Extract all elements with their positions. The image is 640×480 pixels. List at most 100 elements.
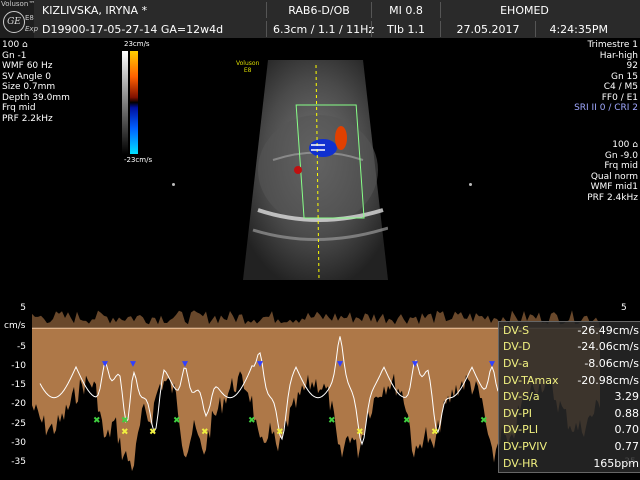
study-id: D19900-17-05-27-14 GA=12w4d (42, 22, 224, 36)
ge-voluson-logo: Voluson™ GE E8 Exp (0, 0, 38, 38)
left-parameter-list: 100 ⌂ Gn -1 WMF 60 Hz SV Angle 0 Size 0.… (2, 40, 70, 124)
param-line: Gn 15 (611, 71, 638, 82)
diastole-marker: ✖ (121, 416, 129, 426)
measurement-name: DV-a (503, 356, 529, 370)
measurement-results-panel: DV-S -26.49cm/s DV-D -24.06cm/s DV-a -8.06c… (498, 321, 640, 473)
velocity-tick-label: -15 (11, 380, 26, 391)
measurement-row: DV-PLI 0.70 (499, 422, 640, 439)
velocity-tick-label: -20 (11, 399, 26, 410)
measurement-value: -24.06cm/s (577, 340, 639, 354)
param-line: 100 ⌂ (2, 40, 28, 50)
logo-brand: Voluson™ (1, 0, 36, 8)
diastole-marker: ✖ (480, 416, 488, 426)
fetal-body (258, 115, 378, 225)
param-line: Frq mid (2, 103, 36, 113)
param-line: Depth 39.0mm (2, 92, 70, 103)
param-line: 100 ⌂ (612, 140, 638, 150)
diastole-marker: ✖ (173, 416, 181, 426)
measurement-name: DV-D (503, 340, 531, 354)
sri-cri-setting: SRI II 0 / CRI 2 (574, 103, 638, 113)
logo-mark: GE (7, 17, 21, 27)
color-scale-top: 23cm/s (124, 40, 150, 48)
a-wave-marker: ✖ (276, 427, 284, 437)
measurement-value: -20.98cm/s (577, 373, 639, 387)
param-line: Frq mid (604, 161, 638, 171)
right-parameter-list: Trimestre 1 Har-high 92 Gn 15 C4 / M5 FF… (574, 40, 638, 114)
tib-value: TIb 1.1 (387, 22, 425, 36)
doppler-parameter-list: 100 ⌂ Gn -9.0 Frq mid Qual norm WMF mid1… (587, 140, 638, 203)
param-line: PRF 2.2kHz (2, 113, 53, 124)
grayscale-bar (122, 51, 128, 154)
patient-name: KIZLIVSKA, IRYNA * (42, 3, 148, 17)
header-bar: Voluson™ GE E8 Exp KIZLIVSKA, IRYNA * RA… (0, 0, 640, 38)
blue-flow-region (309, 139, 337, 157)
velocity-tick-label: -25 (11, 418, 26, 429)
param-line: Qual norm (590, 171, 638, 182)
measurement-value: 0.70 (614, 423, 640, 437)
measurement-value: 165bpm (593, 456, 639, 470)
measurement-row: DV-PVIV 0.77 (499, 438, 640, 455)
param-line: Har-high (599, 50, 638, 61)
param-line: 92 (626, 61, 638, 71)
measurement-row: DV-a -8.06cm/s (499, 355, 640, 372)
measurement-name: DV-HR (503, 456, 539, 470)
param-line: WMF 60 Hz (2, 61, 53, 71)
velocity-tick-label: 5 (621, 303, 627, 313)
velocity-tick-label: -5 (17, 341, 26, 352)
velocity-tick-label: 5 (20, 303, 26, 313)
measurement-row: DV-PI 0.88 (499, 405, 640, 422)
measurement-value: 0.77 (614, 439, 640, 453)
mi-value: MI 0.8 (389, 3, 423, 17)
a-wave-marker: ✖ (356, 427, 364, 437)
param-line: C4 / M5 (603, 82, 638, 92)
doppler-velocity-axis: cm/s 5 -5 -10 -15 -20 -25 -30 -35 (0, 303, 30, 480)
velocity-tick-label: -10 (11, 360, 26, 371)
param-line: Gn -9.0 (604, 150, 638, 161)
marker-dot (172, 183, 175, 186)
red-flow-region (335, 126, 347, 150)
diastole-marker: ✖ (328, 416, 336, 426)
velocity-unit: cm/s (4, 321, 26, 331)
measurement-name: DV-PLI (503, 423, 539, 437)
ultrasound-image (243, 60, 388, 280)
study-date: 27.05.2017 (456, 22, 520, 36)
param-line: FF0 / E1 (601, 92, 638, 103)
velocity-tick-label: -30 (11, 438, 26, 448)
param-line: Trimestre 1 (587, 40, 638, 50)
velocity-tick-label: -35 (11, 457, 26, 468)
measurement-row: DV-S -26.49cm/s (499, 322, 640, 339)
measurement-row: DV-TAmax -20.98cm/s (499, 372, 640, 389)
a-wave-marker: ✖ (149, 427, 157, 437)
study-time: 4:24:35PM (549, 22, 608, 36)
ge-logo-icon: GE (3, 11, 25, 33)
param-line: SV Angle 0 (2, 71, 51, 82)
measurement-name: DV-S/a (503, 390, 540, 404)
a-wave-marker: ✖ (121, 427, 129, 437)
measurement-row: DV-HR 165bpm (499, 455, 640, 472)
measurement-name: DV-PI (503, 406, 533, 420)
measurement-value: 0.88 (614, 406, 640, 420)
logo-model: E8 (25, 14, 34, 22)
institution-name: EHOMED (500, 3, 549, 17)
param-line: WMF mid1 (590, 182, 638, 192)
marker-dot (469, 183, 472, 186)
measurement-value: -8.06cm/s (584, 356, 639, 370)
measurement-row: DV-S/a 3.29 (499, 388, 640, 405)
probe-label: RAB6-D/OB (288, 3, 350, 17)
red-flow-spot (294, 166, 302, 174)
param-line: Gn -1 (2, 50, 27, 61)
color-scale-bar (122, 51, 140, 154)
a-wave-marker: ✖ (431, 427, 439, 437)
diastole-marker: ✖ (93, 416, 101, 426)
measurement-value: 3.29 (614, 390, 640, 404)
measurement-name: DV-PVIV (503, 439, 548, 453)
color-scale-bottom: -23cm/s (124, 156, 153, 164)
measurement-value: -26.49cm/s (577, 323, 639, 337)
measurement-name: DV-TAmax (503, 373, 559, 387)
param-line: PRF 2.4kHz (587, 192, 638, 203)
depth-info: 6.3cm / 1.1 / 11Hz (273, 22, 375, 36)
diastole-marker: ✖ (248, 416, 256, 426)
measurement-row: DV-D -24.06cm/s (499, 339, 640, 356)
velocity-color-bar (130, 51, 138, 154)
param-line: Size 0.7mm (2, 82, 56, 92)
